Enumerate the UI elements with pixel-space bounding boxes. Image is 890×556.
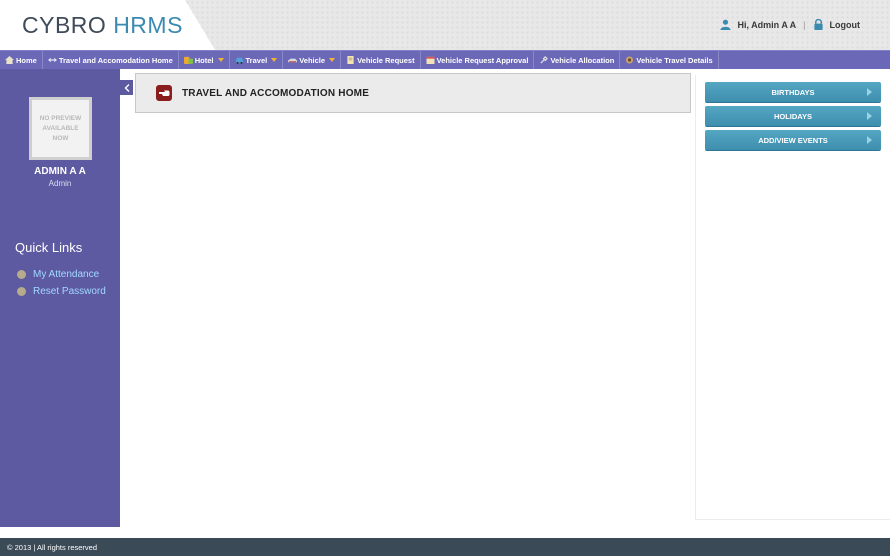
holidays-button[interactable]: HOLIDAYS bbox=[705, 106, 881, 126]
footer: © 2013 | All rights reserved bbox=[0, 538, 890, 556]
add-view-events-button[interactable]: ADD/VIEW EVENTS bbox=[705, 130, 881, 150]
logo-text-hrms: HRMS bbox=[113, 12, 183, 38]
calendar-icon bbox=[426, 56, 435, 64]
chevron-left-icon bbox=[124, 83, 129, 92]
hand-pointer-icon bbox=[156, 85, 172, 101]
nav-item-hotel[interactable]: Hotel bbox=[179, 51, 230, 69]
sidebar-collapse-button[interactable] bbox=[120, 80, 133, 95]
chevron-down-icon bbox=[271, 58, 278, 62]
avatar: NO PREVIEW AVAILABLE NOW bbox=[29, 97, 92, 160]
hotel-icon bbox=[183, 56, 193, 64]
bullet-icon bbox=[17, 287, 26, 296]
nav-label: Vehicle bbox=[299, 55, 326, 65]
sidebar-user-name: ADMIN A A bbox=[34, 166, 86, 177]
separator: | bbox=[803, 19, 806, 30]
nav-label: Vehicle Allocation bbox=[550, 55, 615, 65]
nav-label: Travel and Accomodation Home bbox=[58, 55, 173, 65]
pin-icon bbox=[540, 56, 549, 64]
nav-item-vehicle-travel-details[interactable]: Vehicle Travel Details bbox=[620, 51, 719, 69]
chevron-down-icon bbox=[329, 58, 336, 62]
nav-item-vehicle-allocation[interactable]: Vehicle Allocation bbox=[534, 51, 621, 69]
button-label: ADD/VIEW EVENTS bbox=[758, 135, 828, 145]
quick-link-reset-password[interactable]: Reset Password bbox=[17, 283, 106, 300]
quick-link-label: My Attendance bbox=[33, 269, 100, 280]
nav-item-travel-accomodation-home[interactable]: Travel and Accomodation Home bbox=[43, 51, 179, 69]
copyright-text: © 2013 | All rights reserved bbox=[7, 542, 98, 552]
nav-label: Vehicle Travel Details bbox=[636, 55, 713, 65]
page-title-box: TRAVEL AND ACCOMODATION HOME bbox=[135, 73, 691, 113]
quick-links-title: Quick Links bbox=[15, 240, 83, 255]
sidebar-user-role: Admin bbox=[48, 179, 72, 188]
lock-icon bbox=[813, 19, 823, 30]
quick-link-label: Reset Password bbox=[33, 286, 106, 297]
nav-item-vehicle-request-approval[interactable]: Vehicle Request Approval bbox=[421, 51, 535, 69]
main-nav: Home Travel and Accomodation Home Hotel … bbox=[0, 50, 890, 69]
header: CYBRO HRMS Hi, Admin A A | Logout bbox=[0, 0, 890, 50]
nav-item-vehicle[interactable]: Vehicle bbox=[283, 51, 342, 69]
logo-text-cybro: CYBRO bbox=[22, 12, 107, 38]
play-arrow-icon bbox=[867, 88, 872, 96]
nav-label: Home bbox=[16, 55, 37, 65]
birthdays-button[interactable]: BIRTHDAYS bbox=[705, 82, 881, 102]
button-label: HOLIDAYS bbox=[773, 111, 813, 121]
travel-details-icon bbox=[626, 56, 634, 64]
arrows-icon bbox=[47, 57, 57, 63]
home-icon bbox=[5, 56, 14, 64]
quick-links-list: My Attendance Reset Password bbox=[17, 266, 106, 300]
nav-item-travel[interactable]: Travel bbox=[230, 51, 284, 69]
car-icon bbox=[235, 57, 243, 64]
play-arrow-icon bbox=[867, 112, 872, 120]
vehicle-icon bbox=[288, 58, 298, 63]
user-bar: Hi, Admin A A | Logout bbox=[720, 19, 860, 30]
avatar-placeholder-text: NO PREVIEW AVAILABLE NOW bbox=[39, 114, 82, 142]
user-greeting[interactable]: Hi, Admin A A bbox=[737, 20, 796, 30]
document-icon bbox=[347, 56, 354, 64]
bullet-icon bbox=[17, 270, 26, 279]
user-icon bbox=[720, 19, 732, 30]
nav-item-home[interactable]: Home bbox=[0, 51, 43, 69]
page-title: TRAVEL AND ACCOMODATION HOME bbox=[182, 87, 370, 99]
nav-label: Travel bbox=[245, 55, 268, 65]
nav-label: Hotel bbox=[194, 55, 214, 65]
logout-link[interactable]: Logout bbox=[830, 20, 861, 30]
app-logo[interactable]: CYBRO HRMS bbox=[22, 12, 183, 39]
chevron-down-icon bbox=[217, 58, 224, 62]
quick-link-my-attendance[interactable]: My Attendance bbox=[17, 266, 106, 283]
button-label: BIRTHDAYS bbox=[771, 87, 815, 97]
nav-item-vehicle-request[interactable]: Vehicle Request bbox=[341, 51, 421, 69]
nav-label: Vehicle Request bbox=[357, 55, 415, 65]
nav-label: Vehicle Request Approval bbox=[436, 55, 529, 65]
play-arrow-icon bbox=[867, 136, 872, 144]
